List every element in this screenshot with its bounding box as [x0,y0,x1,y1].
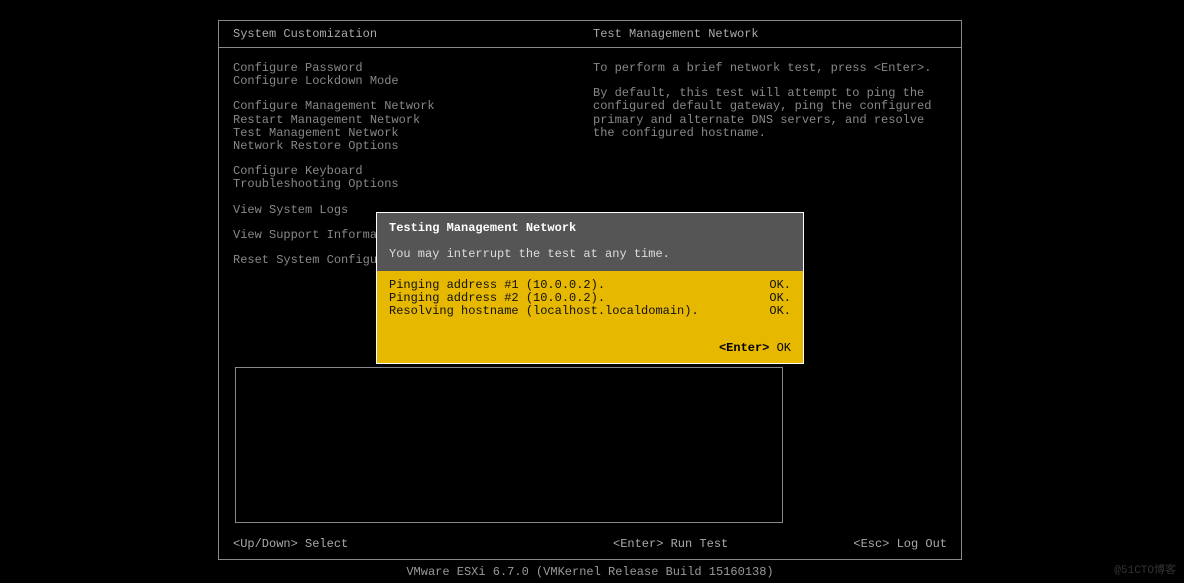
header-left-title: System Customization [233,27,593,41]
test-network-dialog: Testing Management Network You may inter… [376,212,804,364]
version-bar: VMware ESXi 6.7.0 (VMKernel Release Buil… [218,565,962,579]
dialog-footer: <Enter> OK [377,325,803,363]
footer-hint-updown: <Up/Down> Select [233,537,613,551]
dialog-header: Testing Management Network [377,213,803,237]
header-right-title: Test Management Network [593,27,947,41]
result-label: Resolving hostname (localhost.localdomai… [389,305,699,318]
description-p2: By default, this test will attempt to pi… [593,87,947,140]
footer-hint-enter: <Enter> Run Test [613,537,827,551]
footer-hint-esc: <Esc> Log Out [827,537,947,551]
menu-troubleshooting-options[interactable]: Troubleshooting Options [233,178,593,191]
menu-configure-management-network[interactable]: Configure Management Network [233,100,593,113]
inner-background-box [235,367,783,523]
dialog-ok-button[interactable]: OK [777,341,791,355]
dialog-footer-key: <Enter> [719,341,769,355]
description-p1: To perform a brief network test, press <… [593,62,947,75]
header-row: System Customization Test Management Net… [219,21,961,48]
dialog-title: Testing Management Network [389,221,791,235]
menu-restart-management-network[interactable]: Restart Management Network [233,114,593,127]
result-status: OK. [769,305,791,318]
menu-configure-lockdown-mode[interactable]: Configure Lockdown Mode [233,75,593,88]
menu-group-2: Configure Management Network Restart Man… [233,100,593,153]
result-row: Resolving hostname (localhost.localdomai… [389,305,791,318]
menu-network-restore-options[interactable]: Network Restore Options [233,140,593,153]
menu-test-management-network[interactable]: Test Management Network [233,127,593,140]
watermark: @51CTO博客 [1114,561,1176,577]
dialog-subtitle: You may interrupt the test at any time. [377,237,803,271]
dialog-body: Pinging address #1 (10.0.0.2). OK. Pingi… [377,271,803,325]
footer-bar: <Up/Down> Select <Enter> Run Test <Esc> … [219,531,961,559]
menu-group-1: Configure Password Configure Lockdown Mo… [233,62,593,88]
menu-group-3: Configure Keyboard Troubleshooting Optio… [233,165,593,191]
